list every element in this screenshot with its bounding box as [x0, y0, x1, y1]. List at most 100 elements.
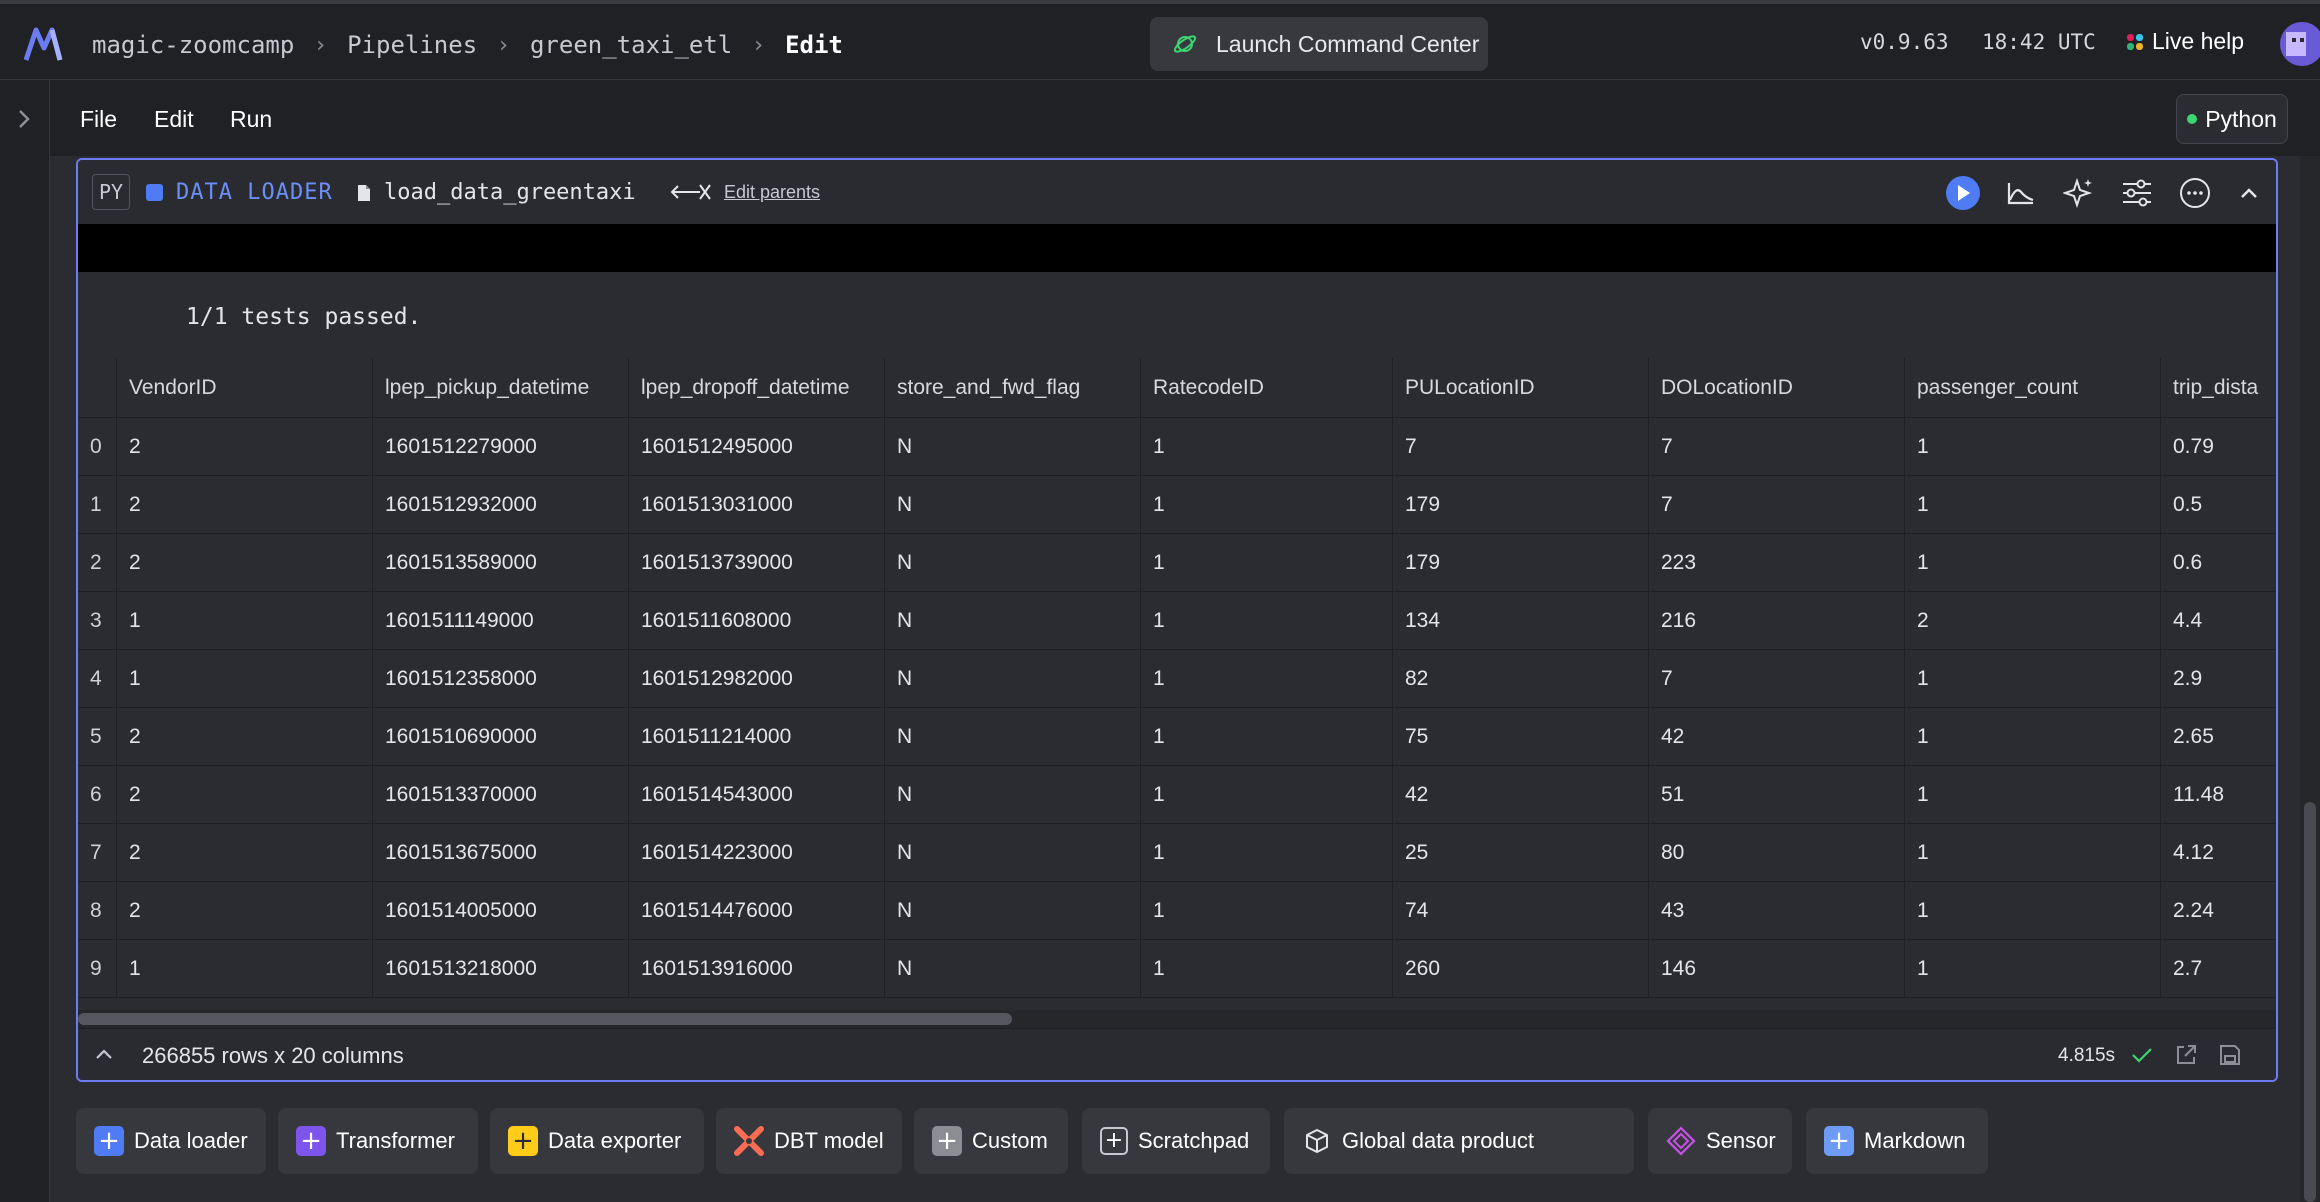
left-rail — [0, 80, 50, 1202]
table-cell: 1601512358000 — [372, 650, 628, 707]
table-cell: 1601511608000 — [628, 592, 884, 649]
block-footer: 266855 rows x 20 columns 4.815s — [78, 1028, 2276, 1080]
add-scratchpad-button[interactable]: + Scratchpad — [1082, 1108, 1270, 1174]
table-row[interactable]: 3 1 1601511149000 1601511608000 N 1 134 216 2 4.4 — [78, 592, 2276, 650]
menu-run[interactable]: Run — [230, 106, 272, 133]
table-cell: 51 — [1648, 766, 1904, 823]
block-type-label: DATA LOADER — [176, 180, 333, 205]
collapse-output-chevron-icon[interactable] — [90, 1045, 118, 1065]
horizontal-scrollbar-thumb[interactable] — [78, 1013, 1012, 1025]
expand-sidebar-chevron-icon[interactable] — [14, 106, 34, 132]
column-header[interactable]: VendorID — [116, 358, 372, 417]
table-cell: N — [884, 650, 1140, 707]
breadcrumb-pipeline[interactable]: green_taxi_etl — [530, 31, 732, 59]
breadcrumb: magic-zoomcamp › Pipelines › green_taxi_… — [92, 28, 843, 62]
command-center-label: Launch Command Center — [1216, 30, 1480, 57]
block-header: PY DATA LOADER load_data_greentaxi Edit … — [78, 160, 2276, 224]
table-cell: 1601513589000 — [372, 534, 628, 591]
vertical-scrollbar-thumb[interactable] — [2304, 802, 2316, 1202]
mage-logo-icon[interactable] — [24, 26, 66, 62]
add-markdown-button[interactable]: + Markdown — [1806, 1108, 1988, 1174]
code-editor-area[interactable] — [78, 224, 2276, 272]
live-help-link[interactable]: Live help — [2126, 28, 2244, 55]
table-row[interactable]: 6 2 1601513370000 1601514543000 N 1 42 51 1 11.48 — [78, 766, 2276, 824]
column-header[interactable]: DOLocationID — [1648, 358, 1904, 417]
table-row[interactable]: 8 2 1601514005000 1601514476000 N 1 74 43 1 2.24 — [78, 882, 2276, 940]
table-row[interactable]: 9 1 1601513218000 1601513916000 N 1 260 146 1 2.7 — [78, 940, 2276, 998]
collapse-block-button[interactable] — [2232, 176, 2266, 210]
add-block-label: Scratchpad — [1138, 1128, 1250, 1153]
table-cell: 4.12 — [2160, 824, 2276, 881]
table-cell: 80 — [1648, 824, 1904, 881]
table-cell: 1 — [1904, 534, 2160, 591]
table-row[interactable]: 7 2 1601513675000 1601514223000 N 1 25 80 1 4.12 — [78, 824, 2276, 882]
kernel-status-button[interactable]: Python — [2176, 94, 2288, 144]
row-index: 5 — [90, 724, 102, 748]
table-row[interactable]: 2 2 1601513589000 1601513739000 N 1 179 223 1 0.6 — [78, 534, 2276, 592]
parents-arrow-icon — [670, 184, 711, 200]
table-cell: 134 — [1392, 592, 1648, 649]
table-cell: 1 — [116, 650, 372, 707]
avatar[interactable] — [2280, 22, 2320, 66]
column-header[interactable]: PULocationID — [1392, 358, 1648, 417]
table-row[interactable]: 5 2 1601510690000 1601511214000 N 1 75 42 1 2.65 — [78, 708, 2276, 766]
chart-button[interactable] — [2004, 176, 2038, 210]
table-cell: 7 — [1648, 418, 1904, 475]
language-tag: PY — [92, 174, 130, 210]
add-sensor-button[interactable]: Sensor — [1648, 1108, 1792, 1174]
column-header[interactable]: lpep_pickup_datetime — [372, 358, 628, 417]
row-index: 6 — [90, 782, 102, 806]
add-global-data-product-button[interactable]: Global data product — [1284, 1108, 1634, 1174]
table-cell: 2 — [116, 882, 372, 939]
table-cell: N — [884, 824, 1140, 881]
table-cell: 1 — [1904, 766, 2160, 823]
add-data-exporter-button[interactable]: + Data exporter — [490, 1108, 704, 1174]
row-index: 9 — [90, 956, 102, 980]
rows-info: 266855 rows x 20 columns — [142, 1043, 404, 1068]
breadcrumb-pipelines[interactable]: Pipelines — [347, 31, 477, 59]
table-cell: 1 — [1140, 534, 1392, 591]
add-dbt-model-button[interactable]: DBT model — [716, 1108, 902, 1174]
add-data-loader-button[interactable]: + Data loader — [76, 1108, 266, 1174]
data-loader-block[interactable]: PY DATA LOADER load_data_greentaxi Edit … — [76, 158, 2278, 1082]
table-cell: 1601511214000 — [628, 708, 884, 765]
column-header[interactable]: RatecodeID — [1140, 358, 1392, 417]
table-row[interactable]: 4 1 1601512358000 1601512982000 N 1 82 7 1 2.9 — [78, 650, 2276, 708]
column-header[interactable]: trip_dista — [2160, 358, 2276, 417]
add-custom-button[interactable]: + Custom — [914, 1108, 1068, 1174]
menu-file[interactable]: File — [80, 106, 117, 133]
table-cell: 7 — [1392, 418, 1648, 475]
plus-icon: + — [508, 1126, 538, 1156]
table-row[interactable]: 1 2 1601512932000 1601513031000 N 1 179 7 1 0.5 — [78, 476, 2276, 534]
breadcrumb-project[interactable]: magic-zoomcamp — [92, 31, 294, 59]
row-index: 1 — [90, 492, 102, 516]
launch-command-center-button[interactable]: Launch Command Center — [1150, 17, 1488, 71]
edit-parents-link[interactable]: Edit parents — [724, 182, 820, 203]
horizontal-scrollbar[interactable] — [78, 1010, 2276, 1028]
table-row[interactable]: 0 2 1601512279000 1601512495000 N 1 7 7 1 0.79 — [78, 418, 2276, 476]
add-transformer-button[interactable]: + Transformer — [278, 1108, 478, 1174]
run-block-button[interactable] — [1946, 176, 1980, 210]
table-cell: 1 — [1140, 592, 1392, 649]
table-cell: 1601514543000 — [628, 766, 884, 823]
vertical-scrollbar[interactable] — [2300, 156, 2320, 1202]
table-cell: 1 — [1904, 882, 2160, 939]
menu-edit[interactable]: Edit — [154, 106, 194, 133]
add-block-label: Markdown — [1864, 1128, 1966, 1153]
more-options-button[interactable] — [2178, 176, 2212, 210]
column-header[interactable]: passenger_count — [1904, 358, 2160, 417]
test-output: 1/1 tests passed. — [186, 304, 422, 330]
block-file-name[interactable]: load_data_greentaxi — [384, 180, 636, 205]
save-output-icon[interactable] — [2218, 1043, 2242, 1067]
table-cell: 1601512982000 — [628, 650, 884, 707]
ai-generate-button[interactable] — [2062, 176, 2096, 210]
column-header[interactable]: lpep_dropoff_datetime — [628, 358, 884, 417]
table-cell: 82 — [1392, 650, 1648, 707]
dbt-icon — [734, 1126, 764, 1156]
open-external-icon[interactable] — [2174, 1043, 2198, 1067]
table-cell: 2.65 — [2160, 708, 2276, 765]
block-settings-button[interactable] — [2120, 176, 2154, 210]
column-header[interactable]: store_and_fwd_flag — [884, 358, 1140, 417]
table-cell: 1601514005000 — [372, 882, 628, 939]
table-cell: 74 — [1392, 882, 1648, 939]
